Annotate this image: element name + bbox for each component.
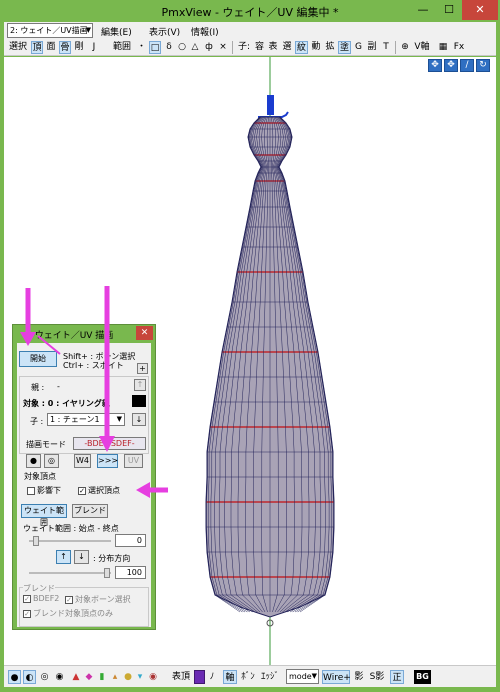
title-bar: PmxView - ウェイト／UV 編集中 * — ☐ ✕ xyxy=(0,0,500,22)
toolbar-joint-button[interactable]: J xyxy=(89,41,99,54)
edge-button[interactable]: ｴｯｼﾞ xyxy=(259,670,281,684)
app-window: PmxView - ウェイト／UV 編集中 * — ☐ ✕ 2: ウェイト／UV… xyxy=(0,0,500,692)
menu-edit[interactable]: 編集(E) xyxy=(101,25,132,38)
toolbar-point-button[interactable]: ・ xyxy=(137,41,146,54)
toolbar-weight-button[interactable]: 紋 xyxy=(295,41,308,54)
cyan-shape-icon[interactable]: ▾ xyxy=(135,670,145,684)
toolbar-cross-button[interactable]: × xyxy=(218,41,228,54)
minimize-button[interactable]: — xyxy=(410,0,436,20)
self-shadow-button[interactable]: S影 xyxy=(368,670,386,684)
toolbar-separator xyxy=(395,41,396,54)
toolbar-phi-button[interactable]: ф xyxy=(204,41,214,54)
toolbar-v-axis-button[interactable]: V軸 xyxy=(413,41,431,54)
toolbar-select-label: 選択 xyxy=(8,42,27,52)
weight-range-text: ウェイト範囲 : 始点 - 終点 xyxy=(23,524,119,533)
axis-button[interactable]: 軸 xyxy=(223,670,237,684)
toolbar-scale-button[interactable]: 拡 xyxy=(324,41,336,54)
pink-shape-icon[interactable]: ◆ xyxy=(84,670,94,684)
annotation-arrows xyxy=(20,286,168,498)
toolbar-lasso-button[interactable]: δ xyxy=(164,41,174,54)
blend-target-only-checkbox[interactable]: ✓ ブレンド対象頂点のみ xyxy=(23,608,113,619)
bottom-toolbar: ● ◐ ◎ ◉ ▲ ◆ ▮ ▴ ● ▾ ◉ 表頂 ﾉ 軸 ﾎﾞﾝ ｴｯｼﾞ mo… xyxy=(4,665,496,687)
yellow-shape-icon[interactable]: ● xyxy=(123,670,133,684)
bone-display-button[interactable]: ﾎﾞﾝ xyxy=(239,670,257,684)
toolbar-separator xyxy=(232,41,233,54)
view-3-icon[interactable]: ◎ xyxy=(38,670,51,684)
bdef2-checkbox[interactable]: ✓ BDEF2 xyxy=(23,594,59,603)
toolbar-sub-button[interactable]: 副 xyxy=(366,41,378,54)
wire-plus-button[interactable]: Wire+ xyxy=(322,670,351,684)
down-direction-button[interactable]: ↓ xyxy=(74,550,89,564)
toolbar-paint-button[interactable]: 塗 xyxy=(338,41,351,54)
globe-icon[interactable]: ⊕ xyxy=(399,41,411,54)
weight-range-button[interactable]: ウェイト範囲 xyxy=(21,504,67,527)
chevron-down-icon: ▼ xyxy=(311,672,317,680)
start-slider-thumb[interactable] xyxy=(33,536,39,546)
checkbox-box: ✓ xyxy=(23,609,31,618)
model-select[interactable]: 2: ウェイト／UV描画 ▼ xyxy=(7,23,93,38)
menu-view[interactable]: 表示(V) xyxy=(149,25,180,38)
toolbar-triangle-button[interactable]: △ xyxy=(190,41,200,54)
toolbar-rect-button[interactable]: □ xyxy=(149,41,161,54)
toolbar-g-button[interactable]: G xyxy=(353,41,364,54)
start-slider-track[interactable] xyxy=(29,540,111,542)
grid-icon[interactable]: ▦ xyxy=(437,41,449,54)
mode-select-value: mode xyxy=(289,672,312,681)
start-value-field[interactable]: 0 xyxy=(115,534,146,547)
end-slider-track[interactable] xyxy=(29,572,111,574)
mode-select[interactable]: mode ▼ xyxy=(286,669,319,684)
toolbar-rigid-button[interactable]: 剛 xyxy=(73,41,85,54)
shadow-button[interactable]: 影 xyxy=(353,670,365,684)
green-shape-icon[interactable]: ▮ xyxy=(97,670,107,684)
blend-button[interactable]: ブレンド xyxy=(72,504,108,518)
mesh-wireframe xyxy=(205,116,335,618)
toolbar-show-button[interactable]: 表 xyxy=(267,41,279,54)
toolbar-fx-button[interactable]: Fx xyxy=(452,41,466,54)
menu-bar: 2: ウェイト／UV描画 ▼ 編集(E) 表示(V) 情報(I) xyxy=(4,22,496,39)
blend-target-only-label: ブレンド対象頂点のみ xyxy=(33,609,113,618)
toolbar-child-label: 子: xyxy=(237,42,251,52)
toolbar-range-label: 範囲 xyxy=(112,42,131,52)
checkbox-box: ✓ xyxy=(23,594,31,603)
toolbar: 選択 頂 面 骨 剛 J 範囲 ・ □ δ ○ △ ф × 子: 容 表 選 紋… xyxy=(4,39,496,56)
up-direction-button[interactable]: ↑ xyxy=(56,550,71,564)
menu-info[interactable]: 情報(I) xyxy=(191,25,219,38)
parent-bone-marker xyxy=(267,95,274,115)
toolbar-circle-button[interactable]: ○ xyxy=(177,41,187,54)
end-slider-thumb[interactable] xyxy=(104,568,110,578)
ortho-button[interactable]: 正 xyxy=(390,670,404,684)
end-value-field[interactable]: 100 xyxy=(115,566,146,579)
orange-shape-icon[interactable]: ▴ xyxy=(110,670,120,684)
chevron-down-icon: ▼ xyxy=(85,26,91,34)
view-2-icon[interactable]: ◐ xyxy=(23,670,36,684)
target-bone-select-checkbox[interactable]: ✓ 対象ボーン選択 xyxy=(65,594,131,605)
toolbar-t-button[interactable]: T xyxy=(381,41,391,54)
toolbar-toggle-yo[interactable]: 容 xyxy=(254,41,265,54)
checkbox-box: ✓ xyxy=(65,595,73,604)
distribution-label: : 分布方向 xyxy=(93,554,131,563)
red-shape-icon[interactable]: ▲ xyxy=(71,670,81,684)
show-vertex-button[interactable]: 表頂 xyxy=(170,670,192,684)
view-4-icon[interactable]: ◉ xyxy=(53,670,66,684)
close-button[interactable]: ✕ xyxy=(462,0,498,20)
bg-button[interactable]: BG xyxy=(414,670,431,684)
maximize-button[interactable]: ☐ xyxy=(436,0,462,20)
toolbar-face-button[interactable]: 面 xyxy=(45,41,57,54)
toolbar-bone-button[interactable]: 骨 xyxy=(59,41,71,54)
no-button[interactable]: ﾉ xyxy=(207,670,217,684)
bdef2-label: BDEF2 xyxy=(33,594,60,603)
color-mode-button[interactable] xyxy=(194,670,205,684)
toolbar-vertex-button[interactable]: 頂 xyxy=(31,41,43,54)
view-1-icon[interactable]: ● xyxy=(8,670,21,684)
blend-group-label: ブレンド xyxy=(23,583,55,594)
model-select-value: 2: ウェイト／UV描画 xyxy=(10,26,88,35)
toolbar-move-button[interactable]: 動 xyxy=(310,41,322,54)
toolbar-select-button[interactable]: 選 xyxy=(281,41,293,54)
brown-shape-icon[interactable]: ◉ xyxy=(148,670,158,684)
target-bone-select-label: 対象ボーン選択 xyxy=(75,595,131,604)
